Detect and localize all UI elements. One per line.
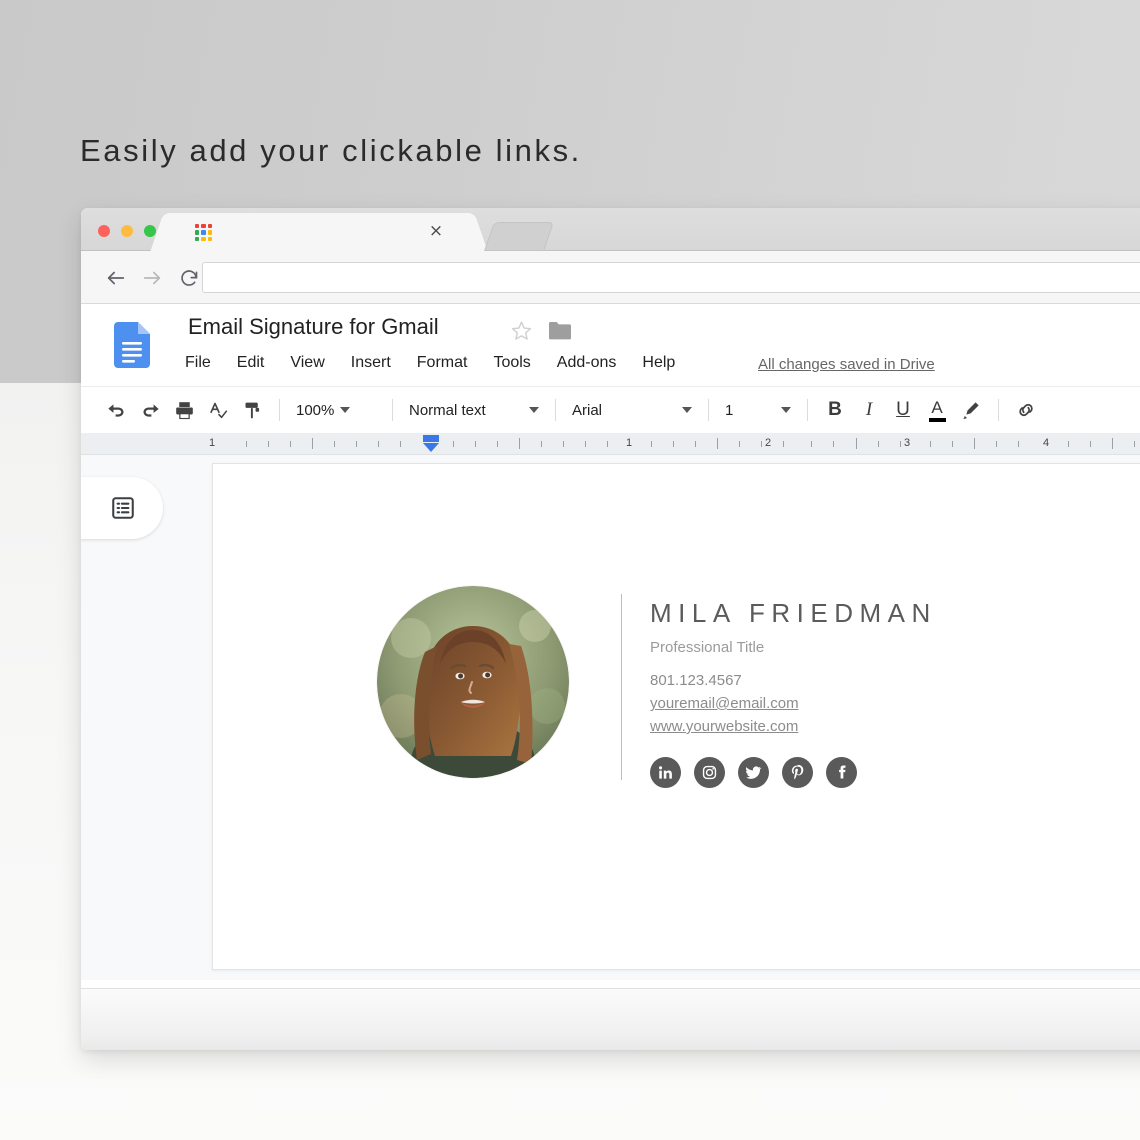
facebook-icon[interactable] [826, 757, 857, 788]
indent-marker[interactable] [423, 435, 439, 452]
document-page[interactable]: MILA FRIEDMAN Professional Title 801.123… [212, 463, 1140, 970]
signature-email-link[interactable]: youremail@email.com [650, 695, 937, 712]
signature-name: MILA FRIEDMAN [650, 598, 937, 628]
signature-website-link[interactable]: www.yourwebsite.com [650, 718, 937, 735]
pinterest-icon[interactable] [782, 757, 813, 788]
bold-button[interactable]: B [818, 393, 852, 427]
italic-button[interactable]: I [852, 393, 886, 427]
document-title[interactable]: Email Signature for Gmail [188, 314, 439, 340]
paragraph-style-value: Normal text [409, 401, 486, 419]
signature-title: Professional Title [650, 639, 765, 656]
browser-tab-inactive[interactable] [484, 222, 554, 251]
menu-edit[interactable]: Edit [237, 354, 265, 372]
zoom-value: 100% [296, 401, 335, 419]
chevron-down-icon [781, 407, 791, 413]
email-signature-block: MILA FRIEDMAN Professional Title 801.123… [377, 586, 937, 788]
document-ruler[interactable]: 1 1 2 3 4 5 [81, 433, 1140, 455]
page-headline: Easily add your clickable links. [80, 133, 582, 168]
signature-phone: 801.123.4567 [650, 672, 742, 689]
star-outline-icon[interactable] [511, 320, 532, 341]
window-maximize-button[interactable] [144, 225, 156, 237]
font-family-dropdown[interactable]: Arial [566, 395, 698, 425]
menu-view[interactable]: View [290, 354, 324, 372]
address-bar-input[interactable] [202, 262, 1140, 293]
undo-icon[interactable] [99, 393, 133, 427]
close-icon[interactable]: × [427, 223, 445, 241]
paragraph-style-dropdown[interactable]: Normal text [403, 395, 545, 425]
link-icon[interactable] [1009, 393, 1043, 427]
zoom-dropdown[interactable]: 100% [290, 395, 382, 425]
signature-text-column: MILA FRIEDMAN Professional Title 801.123… [650, 586, 937, 788]
menu-file[interactable]: File [185, 354, 211, 372]
browser-footer [81, 988, 1140, 1050]
docs-toolbar: 100% Normal text Arial 1 B I U A [81, 386, 1140, 433]
toolbar-divider [807, 399, 808, 421]
toolbar-divider [555, 399, 556, 421]
font-size-value: 1 [725, 401, 734, 419]
toolbar-divider [998, 399, 999, 421]
reload-icon[interactable] [176, 265, 202, 291]
highlight-pen-icon[interactable] [954, 393, 988, 427]
instagram-icon[interactable] [694, 757, 725, 788]
google-apps-grid-icon [195, 224, 212, 241]
ruler-label: 3 [903, 437, 911, 449]
document-outline-toggle[interactable] [81, 477, 163, 539]
window-minimize-button[interactable] [121, 225, 133, 237]
menu-add-ons[interactable]: Add-ons [557, 354, 617, 372]
social-icon-row [650, 757, 937, 788]
underline-button[interactable]: U [886, 393, 920, 427]
ruler-label: 1 [625, 437, 633, 449]
font-size-dropdown[interactable]: 1 [719, 395, 797, 425]
linkedin-icon[interactable] [650, 757, 681, 788]
chevron-down-icon [340, 407, 351, 413]
toolbar-divider [392, 399, 393, 421]
chevron-down-icon [682, 407, 692, 413]
text-color-button[interactable]: A [920, 393, 954, 427]
spellcheck-icon[interactable] [201, 393, 235, 427]
toolbar-divider [708, 399, 709, 421]
arrow-right-icon [139, 265, 165, 291]
menu-insert[interactable]: Insert [351, 354, 391, 372]
text-color-swatch [928, 417, 946, 422]
browser-nav-bar [81, 251, 1140, 304]
font-family-value: Arial [572, 401, 603, 419]
save-status-label[interactable]: All changes saved in Drive [758, 356, 935, 373]
redo-icon[interactable] [133, 393, 167, 427]
arrow-left-icon[interactable] [103, 265, 129, 291]
ruler-label: 2 [764, 437, 772, 449]
folder-icon[interactable] [549, 321, 571, 340]
document-body: MILA FRIEDMAN Professional Title 801.123… [81, 455, 1140, 980]
toolbar-divider [279, 399, 280, 421]
twitter-icon[interactable] [738, 757, 769, 788]
chevron-down-icon [529, 407, 539, 413]
browser-tab-strip: × [81, 208, 1140, 251]
print-icon[interactable] [167, 393, 201, 427]
text-color-letter: A [931, 397, 943, 417]
document-outline-icon [112, 497, 134, 519]
signature-divider [621, 594, 622, 780]
ruler-label: 4 [1042, 437, 1050, 449]
google-docs-icon [114, 322, 150, 368]
menu-tools[interactable]: Tools [493, 354, 530, 372]
avatar [377, 586, 569, 778]
paint-format-icon[interactable] [235, 393, 269, 427]
ruler-label: 1 [208, 437, 216, 449]
window-close-button[interactable] [98, 225, 110, 237]
menu-format[interactable]: Format [417, 354, 468, 372]
browser-tab-active[interactable]: × [171, 213, 467, 251]
menu-help[interactable]: Help [642, 354, 675, 372]
docs-header: Email Signature for Gmail File Edit View… [81, 304, 1140, 386]
docs-menu-bar: File Edit View Insert Format Tools Add-o… [185, 354, 675, 372]
browser-window: × Email Signature for Gmail File Edit Vi… [81, 208, 1140, 1050]
